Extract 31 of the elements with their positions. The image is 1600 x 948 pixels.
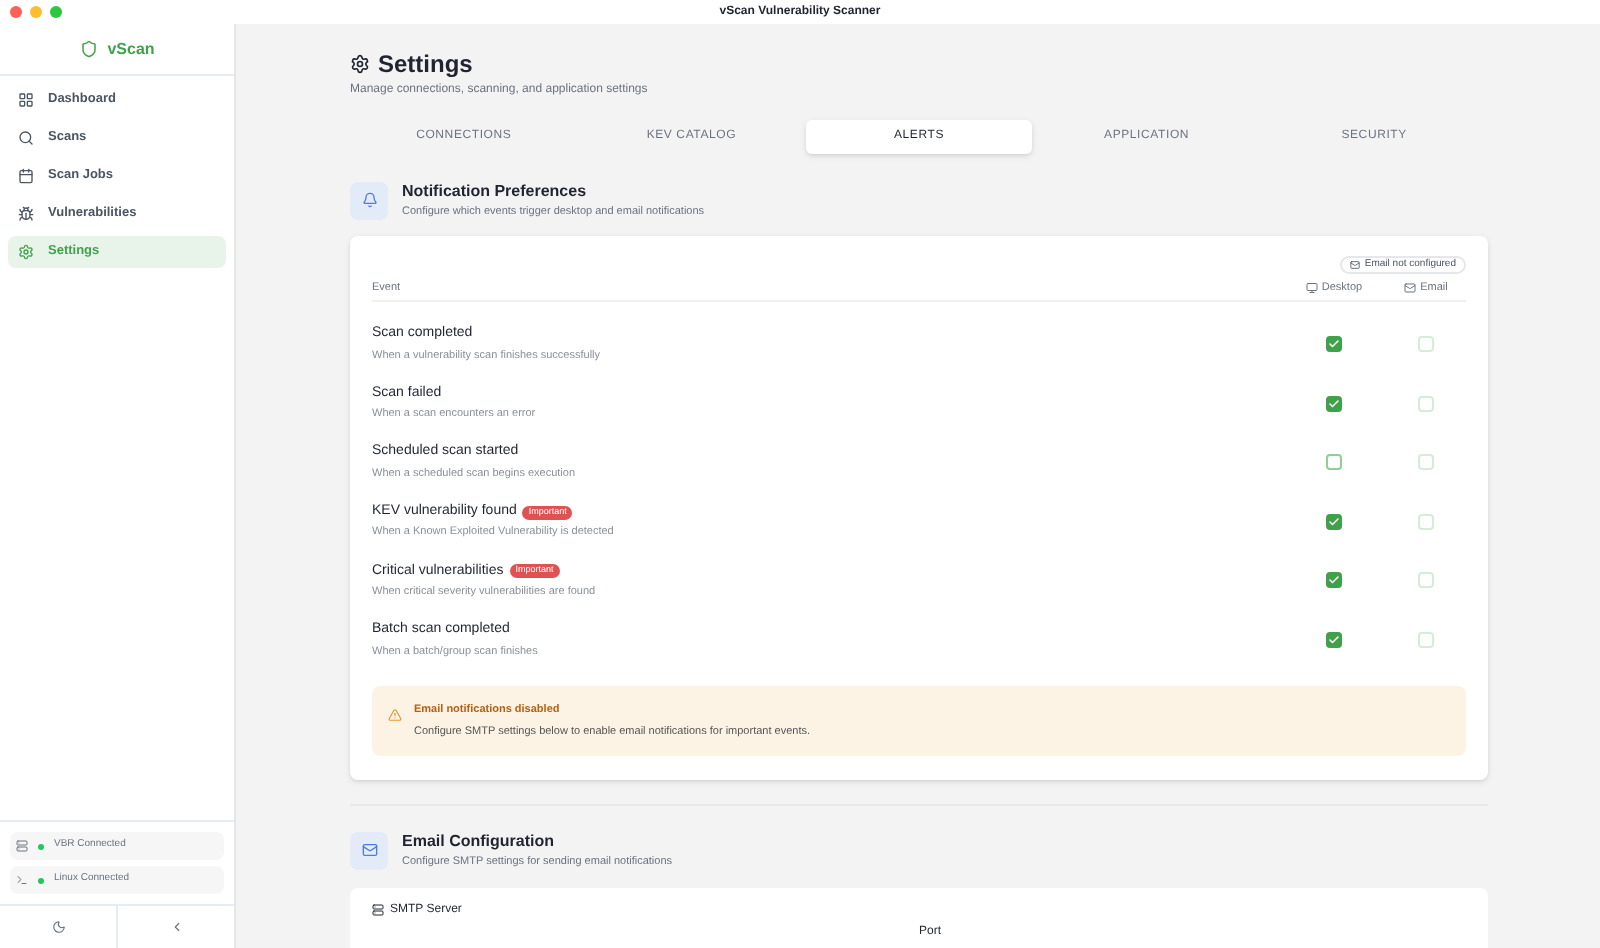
close-button[interactable]: [10, 6, 22, 18]
shield-icon: [79, 40, 98, 58]
settings-icon: [350, 54, 370, 74]
monitor-icon: [1305, 281, 1318, 294]
settings-icon: [18, 244, 34, 260]
mail-icon: [1350, 260, 1361, 271]
checkbox[interactable]: [1326, 632, 1342, 649]
page-title: Settings: [378, 50, 473, 78]
section-title: Notification Preferences: [402, 180, 589, 204]
mail-icon: [350, 831, 388, 870]
brand-name: vScan: [107, 37, 155, 61]
moon-icon: [51, 920, 65, 934]
checkbox[interactable]: [1326, 572, 1342, 589]
grid-icon: [18, 92, 34, 108]
chevron-icon: [169, 920, 183, 934]
checkbox[interactable]: [1326, 336, 1342, 353]
minimize-button[interactable]: [30, 6, 42, 18]
bug-icon: [18, 206, 34, 222]
checkbox[interactable]: [1326, 454, 1342, 471]
server-icon: [16, 840, 28, 852]
section-title: Email Configuration: [402, 830, 556, 855]
bell-icon: [350, 181, 388, 220]
zoom-button[interactable]: [50, 6, 62, 18]
server-icon: [372, 903, 384, 916]
warning-icon: [388, 707, 402, 722]
checkbox[interactable]: [1326, 513, 1342, 530]
checkbox[interactable]: [1326, 395, 1342, 412]
calendar-icon: [18, 168, 34, 184]
search-icon: [18, 130, 34, 146]
mail-icon: [1404, 281, 1417, 294]
terminal-icon: [16, 874, 28, 886]
